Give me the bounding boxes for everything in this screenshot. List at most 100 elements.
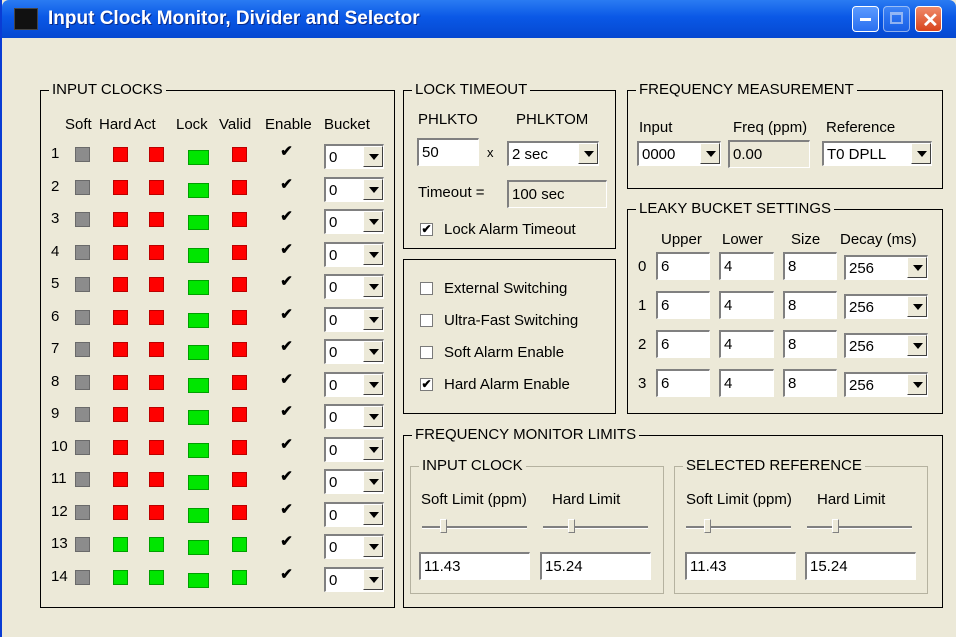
active-indicator [149,342,164,357]
bucket-upper-input[interactable]: 6 [656,252,710,280]
chevron-down-icon[interactable] [363,309,383,330]
enable-checkbox[interactable]: ✔ [280,567,293,582]
check-icon[interactable]: ✔ [420,223,433,236]
valid-indicator [232,245,247,260]
bucket-upper-input[interactable]: 6 [656,330,710,358]
chevron-down-icon[interactable] [907,374,927,395]
title-bar[interactable]: Input Clock Monitor, Divider and Selecto… [2,0,956,38]
bucket-select[interactable]: 0 [324,534,384,559]
bucket-decay-select[interactable]: 256 [844,333,928,358]
chevron-down-icon[interactable] [363,244,383,265]
chevron-down-icon[interactable] [907,296,927,317]
enable-checkbox[interactable]: ✔ [280,404,293,419]
check-icon[interactable] [420,282,433,295]
chevron-down-icon[interactable] [700,143,720,164]
enable-checkbox[interactable]: ✔ [280,274,293,289]
chevron-down-icon[interactable] [363,569,383,590]
maximize-button[interactable] [883,6,910,32]
ic-hard-limit-slider[interactable] [543,519,648,535]
lock-indicator [188,183,209,198]
chevron-down-icon[interactable] [363,146,383,167]
bucket-select[interactable]: 0 [324,177,384,202]
minimize-button[interactable] [852,6,879,32]
check-icon[interactable]: ✔ [420,378,433,391]
bucket-decay-select[interactable]: 256 [844,255,928,280]
sr-soft-limit-input[interactable]: 11.43 [685,552,796,580]
bucket-lower-input[interactable]: 4 [719,252,774,280]
app-icon [14,8,38,30]
close-button[interactable]: ✕ [915,6,942,32]
bucket-lower-input[interactable]: 4 [719,369,774,397]
bucket-upper-input[interactable]: 6 [656,291,710,319]
chevron-down-icon[interactable] [363,471,383,492]
ic-soft-limit-slider[interactable] [422,519,527,535]
fm-input-label: Input [639,119,673,136]
chevron-down-icon[interactable] [363,179,383,200]
valid-indicator [232,342,247,357]
bucket-select[interactable]: 0 [324,242,384,267]
bucket-size-input[interactable]: 8 [783,252,837,280]
chevron-down-icon[interactable] [363,374,383,395]
enable-checkbox[interactable]: ✔ [280,339,293,354]
bucket-lower-input[interactable]: 4 [719,291,774,319]
bucket-select[interactable]: 0 [324,307,384,332]
check-icon[interactable] [420,314,433,327]
bucket-size-input[interactable]: 8 [783,369,837,397]
enable-checkbox[interactable]: ✔ [280,534,293,549]
ic-hard-limit-input[interactable]: 15.24 [540,552,651,580]
chevron-down-icon[interactable] [363,276,383,297]
enable-checkbox[interactable]: ✔ [280,209,293,224]
enable-checkbox[interactable]: ✔ [280,502,293,517]
hard-alarm-indicator [113,505,128,520]
leaky-bucket-row-number: 3 [638,375,647,392]
chevron-down-icon[interactable] [911,143,931,164]
bucket-select[interactable]: 0 [324,144,384,169]
enable-checkbox[interactable]: ✔ [280,242,293,257]
check-icon[interactable] [420,346,433,359]
bucket-lower-input[interactable]: 4 [719,330,774,358]
bucket-select[interactable]: 0 [324,469,384,494]
sr-soft-limit-slider[interactable] [686,519,791,535]
bucket-size-input[interactable]: 8 [783,291,837,319]
phlktom-select[interactable]: 2 sec [507,141,599,166]
chevron-down-icon[interactable] [907,335,927,356]
bucket-select[interactable]: 0 [324,437,384,462]
soft-alarm-indicator [75,180,90,195]
chevron-down-icon[interactable] [363,341,383,362]
bucket-select[interactable]: 0 [324,372,384,397]
enable-checkbox[interactable]: ✔ [280,372,293,387]
enable-checkbox[interactable]: ✔ [280,307,293,322]
lock-indicator [188,150,209,165]
chevron-down-icon[interactable] [363,504,383,525]
valid-indicator [232,147,247,162]
chevron-down-icon[interactable] [363,439,383,460]
fm-reference-select[interactable]: T0 DPLL [822,141,932,166]
bucket-select[interactable]: 0 [324,209,384,234]
enable-checkbox[interactable]: ✔ [280,437,293,452]
chevron-down-icon[interactable] [363,211,383,232]
bucket-upper-input[interactable]: 6 [656,369,710,397]
bucket-decay-select[interactable]: 256 [844,372,928,397]
chevron-down-icon[interactable] [363,406,383,427]
chevron-down-icon[interactable] [907,257,927,278]
lock-indicator [188,280,209,295]
bucket-decay-select[interactable]: 256 [844,294,928,319]
ic-soft-limit-input[interactable]: 11.43 [419,552,530,580]
bucket-select[interactable]: 0 [324,339,384,364]
soft-alarm-indicator [75,310,90,325]
phlkto-input[interactable]: 50 [417,138,479,166]
enable-checkbox[interactable]: ✔ [280,177,293,192]
bucket-select[interactable]: 0 [324,404,384,429]
sr-hard-limit-slider[interactable] [807,519,912,535]
chevron-down-icon[interactable] [363,536,383,557]
bucket-select[interactable]: 0 [324,502,384,527]
fm-input-select[interactable]: 0000 [637,141,721,166]
chevron-down-icon[interactable] [578,143,598,164]
sr-hard-limit-input[interactable]: 15.24 [805,552,916,580]
active-indicator [149,180,164,195]
bucket-select[interactable]: 0 [324,274,384,299]
bucket-select[interactable]: 0 [324,567,384,592]
enable-checkbox[interactable]: ✔ [280,469,293,484]
enable-checkbox[interactable]: ✔ [280,144,293,159]
bucket-size-input[interactable]: 8 [783,330,837,358]
